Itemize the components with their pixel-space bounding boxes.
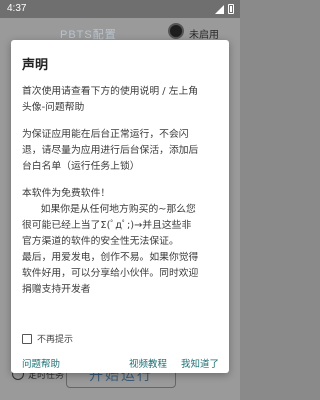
paragraph-line: 如果你是从任何地方购买的~那么您 — [22, 204, 196, 215]
avatar[interactable] — [168, 23, 184, 39]
help-button[interactable]: 问题帮助 — [22, 356, 60, 370]
paragraph-line: 台白名单（运行任务上锁） — [22, 161, 140, 172]
dialog-title: 声明 — [22, 58, 49, 73]
paragraph-line: 头像-问题帮助 — [22, 102, 85, 113]
paragraph-line: 捐赠支持开发者 — [22, 284, 91, 295]
got-it-button[interactable]: 我知道了 — [181, 356, 219, 370]
paragraph-line: 为保证应用能在后台正常运行，不会闪 — [22, 129, 189, 140]
signal-icon — [215, 4, 224, 14]
dont-show-again-checkbox[interactable] — [22, 333, 32, 344]
dialog-body: 首次使用请查看下方的使用说明 / 左上角 头像-问题帮助 为保证应用能在后台正常… — [22, 84, 224, 298]
announcement-dialog: 声明 首次使用请查看下方的使用说明 / 左上角 头像-问题帮助 为保证应用能在后… — [11, 40, 229, 373]
status-time: 4:37 — [7, 3, 27, 14]
paragraph-line: 首次使用请查看下方的使用说明 / 左上角 — [22, 86, 199, 97]
background-paragraph: 为保证应用能在后台正常运行，不会闪 退，请尽量为应用进行后台保活，添加后 台白名… — [22, 127, 224, 175]
paragraph-line: 本软件为免费软件！ — [22, 188, 111, 199]
dont-show-again-label: 不再提示 — [37, 335, 74, 345]
paragraph-line: 官方渠道的软件的安全性无法保证。 — [22, 236, 179, 247]
video-tutorial-button[interactable]: 视频教程 — [129, 356, 167, 370]
paragraph-line: 退，请尽量为应用进行后台保活，添加后 — [22, 145, 199, 156]
status-bar: 4:37 — [0, 0, 240, 18]
battery-icon — [228, 4, 234, 14]
usage-paragraph: 首次使用请查看下方的使用说明 / 左上角 头像-问题帮助 — [22, 84, 224, 116]
paragraph-line: 软件好用，可以分享给小伙伴。同时欢迎 — [22, 268, 199, 279]
paragraph-line: 很可能已经上当了Σ(ﾟдﾟ;)→并且这些非 — [22, 220, 192, 231]
paragraph-line: 最后，用爱发电，创作不易。如果你觉得 — [22, 252, 199, 263]
free-software-paragraph: 本软件为免费软件！ 如果你是从任何地方购买的~那么您 很可能已经上当了Σ(ﾟдﾟ… — [22, 186, 224, 298]
service-status: 未启用 — [189, 30, 219, 41]
status-icons — [215, 4, 234, 14]
dont-show-again-row[interactable]: 不再提示 — [22, 332, 73, 345]
